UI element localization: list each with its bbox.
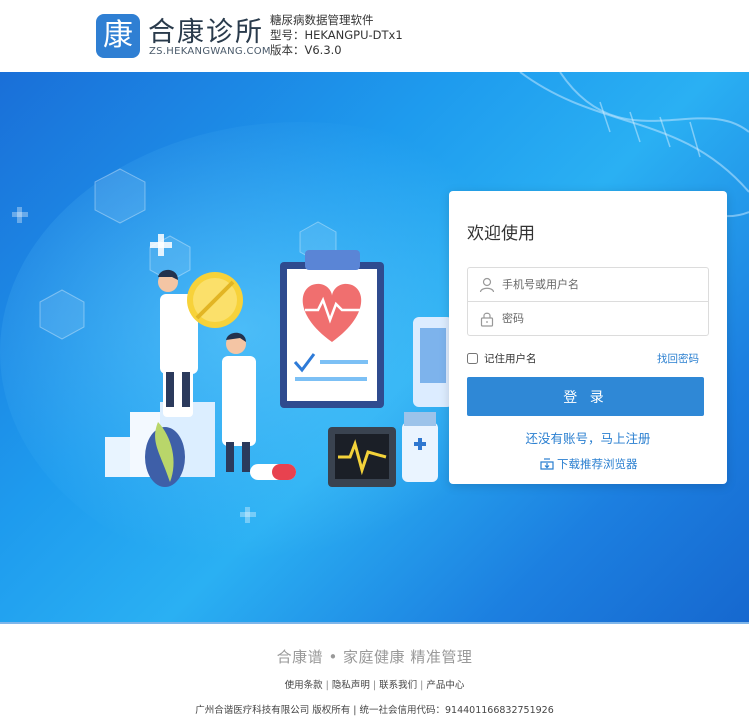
download-browser-link[interactable]: 下载推荐浏览器: [539, 456, 638, 472]
password-field[interactable]: [467, 301, 709, 336]
username-field[interactable]: [467, 267, 709, 302]
brand-domain: ZS.HEKANGWANG.COM: [149, 46, 271, 57]
logo-icon: 康: [96, 14, 140, 58]
product-name: 糖尿病数据管理软件: [270, 13, 374, 27]
user-icon: [479, 277, 495, 293]
download-icon: [540, 457, 554, 470]
link-separator: |: [372, 680, 377, 691]
copyright: 广州合谐医疗科技有限公司 版权所有 | 统一社会信用代码：91440116683…: [195, 705, 554, 716]
contact-link[interactable]: 联系我们: [379, 680, 417, 691]
footer-links: 使用条款 | 隐私声明 | 联系我们 | 产品中心: [0, 677, 749, 691]
product-model: 型号：HEKANGPU-DTx1: [270, 28, 403, 42]
username-input[interactable]: [502, 268, 702, 301]
footer-slogan: 合康谱 • 家庭健康 精准管理: [276, 648, 473, 666]
remember-label: 记住用户名: [484, 353, 537, 365]
link-separator: |: [420, 680, 424, 691]
brand-name: 合康诊所: [148, 17, 264, 48]
remember-checkbox[interactable]: [467, 353, 478, 364]
header: 康 合康诊所 ZS.HEKANGWANG.COM 糖尿病数据管理软件 型号：HE…: [0, 0, 749, 72]
product-version: 版本：V6.3.0: [270, 43, 342, 57]
terms-link[interactable]: 使用条款: [285, 680, 323, 691]
forgot-password-link[interactable]: 找回密码: [657, 351, 699, 366]
divider: [0, 622, 749, 624]
login-button[interactable]: 登 录: [467, 377, 704, 416]
download-label: 下载推荐浏览器: [557, 457, 638, 471]
product-info: 糖尿病数据管理软件 型号：HEKANGPU-DTx1 版本：V6.3.0: [270, 13, 403, 58]
login-card: 欢迎使用 记住用户名 找回密码 登 录 还没有账号，马上注册 下载推荐浏览器: [449, 191, 727, 484]
privacy-link[interactable]: 隐私声明: [332, 680, 370, 691]
login-title: 欢迎使用: [467, 224, 535, 244]
products-link[interactable]: 产品中心: [426, 680, 464, 691]
remember-username[interactable]: 记住用户名: [467, 351, 537, 366]
register-link[interactable]: 还没有账号，马上注册: [449, 428, 727, 447]
link-separator: |: [325, 680, 329, 691]
password-input[interactable]: [502, 302, 702, 335]
lock-icon: [480, 312, 494, 327]
